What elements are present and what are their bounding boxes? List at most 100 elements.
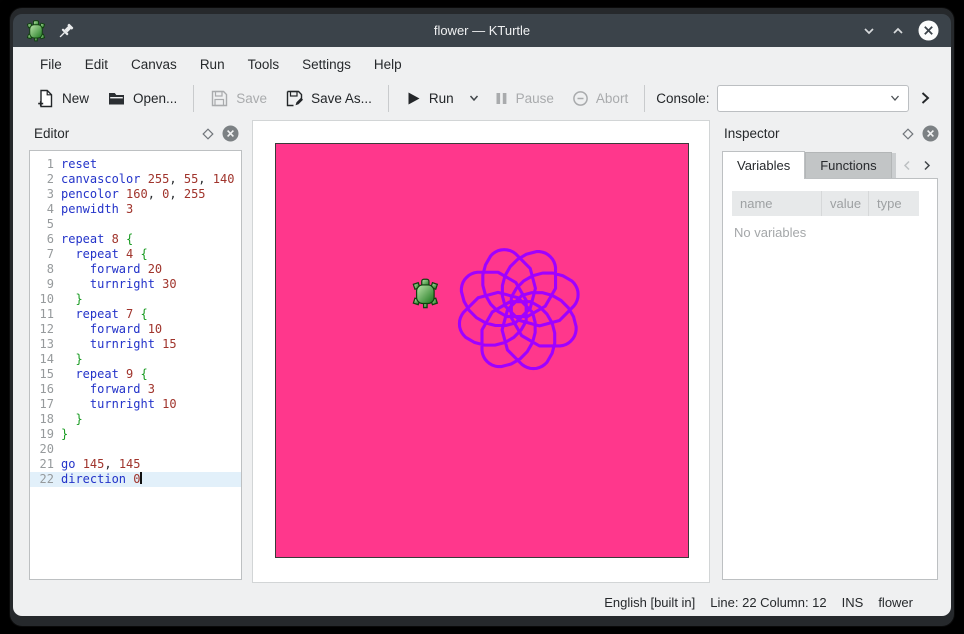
run-play-icon <box>405 90 422 107</box>
run-button[interactable]: Run <box>396 85 463 112</box>
minimize-button[interactable] <box>860 22 878 40</box>
save-as-icon <box>285 89 304 108</box>
menu-file[interactable]: File <box>36 53 66 76</box>
line-number: 19 <box>30 427 61 442</box>
column-header-value[interactable]: value <box>822 191 869 216</box>
save-as-button-label: Save As... <box>311 91 372 106</box>
pause-button[interactable]: Pause <box>485 86 563 111</box>
code-text: } <box>61 292 83 307</box>
menubar: File Edit Canvas Run Tools Settings Help <box>36 50 406 78</box>
code-text: repeat 7 { <box>61 307 148 322</box>
console-input[interactable] <box>700 91 888 106</box>
toolbar-separator <box>193 85 194 112</box>
editor-line: 5 <box>30 217 241 232</box>
editor-float-button[interactable] <box>197 123 219 145</box>
abort-button[interactable]: Abort <box>563 85 637 112</box>
editor-line: 21go 145, 145 <box>30 457 241 472</box>
menu-settings[interactable]: Settings <box>298 53 355 76</box>
column-header-name[interactable]: name <box>732 191 822 216</box>
menu-tools[interactable]: Tools <box>244 53 284 76</box>
code-text: go 145, 145 <box>61 457 141 472</box>
desktop: flower — KTurtle FileEditCanvasR <box>0 0 964 634</box>
window-title: flower — KTurtle <box>145 23 819 38</box>
tab-scroll-right-icon[interactable] <box>921 160 932 171</box>
toolbar-overflow-button[interactable] <box>913 86 937 110</box>
line-number: 17 <box>30 397 61 412</box>
code-text: repeat 4 { <box>61 247 148 262</box>
new-button[interactable]: New <box>27 84 98 113</box>
variables-table-header: name value type <box>732 191 919 216</box>
code-editor[interactable]: 1reset2canvascolor 255, 55, 1403pencolor… <box>29 150 242 580</box>
save-icon <box>210 89 229 108</box>
code-text: forward 3 <box>61 382 155 397</box>
code-text: repeat 8 { <box>61 232 133 247</box>
code-text: canvascolor 255, 55, 140 <box>61 172 234 187</box>
menu-edit[interactable]: Edit <box>81 53 112 76</box>
inspector-float-button[interactable] <box>897 123 919 145</box>
line-number: 3 <box>30 187 61 202</box>
tab-scroll-left-icon[interactable] <box>902 160 913 171</box>
editor-line: 3pencolor 160, 0, 255 <box>30 187 241 202</box>
editor-line: 9 turnright 30 <box>30 277 241 292</box>
titlebar-left <box>25 20 145 42</box>
menu-run[interactable]: Run <box>196 53 229 76</box>
editor-line: 13 turnright 15 <box>30 337 241 352</box>
close-button[interactable] <box>918 20 939 41</box>
editor-line: 17 turnright 10 <box>30 397 241 412</box>
code-text: } <box>61 427 68 442</box>
save-as-button[interactable]: Save As... <box>276 84 381 113</box>
line-number: 13 <box>30 337 61 352</box>
line-number: 18 <box>30 412 61 427</box>
editor-line: 19} <box>30 427 241 442</box>
variables-panel: name value type No variables <box>722 178 938 580</box>
tab-functions[interactable]: Functions <box>805 152 891 179</box>
status-insert-mode: INS <box>842 595 864 610</box>
line-number: 1 <box>30 157 61 172</box>
code-text: turnright 15 <box>61 337 177 352</box>
column-header-type[interactable]: type <box>869 191 919 216</box>
save-button[interactable]: Save <box>201 84 276 113</box>
abort-icon <box>572 90 589 107</box>
editor-dock-header: Editor <box>25 120 245 147</box>
status-cursor-position: Line: 22 Column: 12 <box>710 595 826 610</box>
app-turtle-icon <box>25 20 47 42</box>
line-number: 5 <box>30 217 61 232</box>
pin-icon[interactable] <box>57 22 75 40</box>
open-button[interactable]: Open... <box>98 84 186 113</box>
menu-help[interactable]: Help <box>370 53 406 76</box>
abort-button-label: Abort <box>596 91 628 106</box>
run-speed-dropdown[interactable] <box>463 86 485 110</box>
code-text: forward 20 <box>61 262 162 277</box>
line-number: 7 <box>30 247 61 262</box>
line-number: 6 <box>30 232 61 247</box>
line-number: 4 <box>30 202 61 217</box>
run-button-label: Run <box>429 91 454 106</box>
tab-variables[interactable]: Variables <box>722 151 805 179</box>
maximize-button[interactable] <box>889 22 907 40</box>
titlebar[interactable]: flower — KTurtle <box>13 14 951 47</box>
editor-line: 18 } <box>30 412 241 427</box>
menu-canvas[interactable]: Canvas <box>127 53 181 76</box>
editor-line: 6repeat 8 { <box>30 232 241 247</box>
editor-line: 14 } <box>30 352 241 367</box>
line-number: 9 <box>30 277 61 292</box>
editor-line: 20 <box>30 442 241 457</box>
code-text: direction 0 <box>61 472 142 487</box>
editor-line: 15 repeat 9 { <box>30 367 241 382</box>
line-number: 8 <box>30 262 61 277</box>
inspector-close-button[interactable] <box>919 123 941 145</box>
inspector-tabs: Variables Functions <box>722 152 938 179</box>
status-filename: flower <box>878 595 913 610</box>
editor-line: 4penwidth 3 <box>30 202 241 217</box>
editor-line: 7 repeat 4 { <box>30 247 241 262</box>
code-text: } <box>61 412 83 427</box>
console-combobox[interactable] <box>717 85 909 112</box>
code-text: pencolor 160, 0, 255 <box>61 187 206 202</box>
status-language: English [built in] <box>604 595 695 610</box>
editor-line: 16 forward 3 <box>30 382 241 397</box>
variables-table: name value type <box>732 191 919 216</box>
editor-line: 8 forward 20 <box>30 262 241 277</box>
code-text: turnright 30 <box>61 277 177 292</box>
statusbar: English [built in] Line: 22 Column: 12 I… <box>13 589 951 616</box>
editor-close-button[interactable] <box>219 123 241 145</box>
